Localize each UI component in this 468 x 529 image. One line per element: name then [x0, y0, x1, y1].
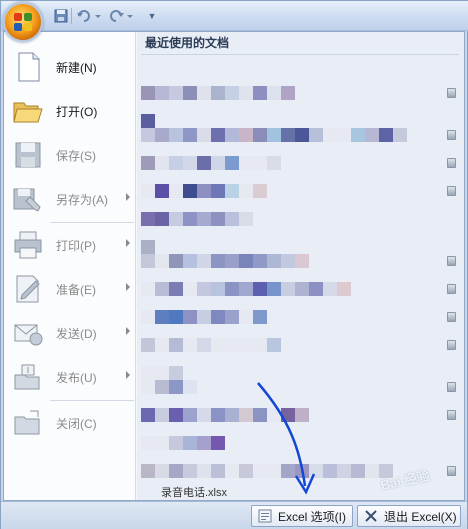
recent-file-item[interactable] [141, 156, 281, 170]
send-icon [12, 317, 44, 349]
recent-title-divider [141, 54, 459, 55]
recent-file-item[interactable] [141, 338, 281, 352]
save-as-icon [12, 183, 44, 215]
office-menu-commands: 新建(N) 打开(O) 保存(S) 另存为(A) 打印(P) 准备(E) 发送(… [4, 32, 136, 500]
pin-icon[interactable] [447, 382, 456, 392]
menu-item-prepare[interactable]: 准备(E) [8, 268, 134, 310]
menu-item-label: 发布(U) [56, 370, 97, 385]
menu-item-close[interactable]: 关闭(C) [8, 402, 134, 444]
office-logo-icon [14, 13, 32, 31]
recent-documents-panel: 最近使用的文档 录音电话.xlsx [137, 32, 464, 500]
printer-icon [12, 229, 44, 261]
pin-icon[interactable] [447, 88, 456, 98]
menu-item-label: 保存(S) [56, 148, 96, 163]
recent-file-item[interactable] [141, 408, 309, 422]
menu-separator [50, 400, 134, 401]
options-icon [258, 509, 272, 523]
menu-item-label: 关闭(C) [56, 416, 97, 431]
submenu-arrow-icon [126, 327, 130, 335]
quick-access-separator [71, 8, 72, 24]
submenu-arrow-icon [126, 193, 130, 201]
office-menu: 新建(N) 打开(O) 保存(S) 另存为(A) 打印(P) 准备(E) 发送(… [3, 31, 465, 501]
pin-icon[interactable] [447, 158, 456, 168]
submenu-arrow-icon [126, 283, 130, 291]
recent-file-item[interactable] [141, 86, 295, 100]
undo-icon[interactable] [75, 7, 103, 25]
recent-file-item[interactable] [141, 254, 309, 268]
menu-item-label: 另存为(A) [56, 192, 108, 207]
menu-item-label: 发送(D) [56, 326, 97, 341]
quick-save-icon[interactable] [53, 7, 69, 25]
exit-excel-button[interactable]: 退出 Excel(X) [357, 505, 461, 527]
menu-item-save[interactable]: 保存(S) [8, 134, 134, 176]
recent-file-item[interactable] [141, 380, 197, 394]
menu-item-new[interactable]: 新建(N) [8, 46, 134, 88]
menu-item-label: 打开(O) [56, 104, 98, 119]
pin-icon[interactable] [447, 284, 456, 294]
pin-icon[interactable] [447, 340, 456, 350]
prepare-icon [12, 273, 44, 305]
save-disk-icon [12, 139, 44, 171]
exit-excel-label: 退出 Excel(X) [384, 509, 457, 524]
recent-file-item[interactable] [141, 464, 393, 478]
menu-separator [50, 222, 134, 223]
pin-icon[interactable] [447, 186, 456, 196]
pin-icon[interactable] [447, 256, 456, 266]
office-button[interactable] [3, 2, 43, 42]
recent-documents-title: 最近使用的文档 [145, 36, 230, 50]
recent-file-item[interactable] [141, 436, 225, 450]
recent-file-item[interactable] [141, 310, 267, 324]
redo-icon[interactable] [107, 7, 135, 25]
submenu-arrow-icon [126, 239, 130, 247]
recent-file-item[interactable] [141, 114, 155, 128]
customize-toolbar-chevron-down-icon[interactable]: ▼ [145, 7, 159, 25]
title-bar: ▼ [1, 1, 468, 31]
recent-file-item[interactable] [141, 184, 267, 198]
menu-item-open[interactable]: 打开(O) [8, 90, 134, 132]
recent-file-item[interactable] [141, 240, 155, 254]
menu-item-send[interactable]: 发送(D) [8, 312, 134, 354]
submenu-arrow-icon [126, 371, 130, 379]
pin-icon[interactable] [447, 312, 456, 322]
excel-window: ▼ 新建(N) 打开(O) 保存(S) 另存为(A) 打印(P) 准备(E) 发… [0, 0, 468, 529]
recent-file-item[interactable] [141, 282, 351, 296]
recent-file-item[interactable] [141, 212, 253, 226]
recent-file-name[interactable]: 录音电话.xlsx [161, 484, 227, 500]
close-icon [364, 509, 378, 523]
recent-file-item[interactable] [141, 366, 183, 380]
open-folder-icon [12, 95, 44, 127]
menu-item-label: 打印(P) [56, 238, 96, 253]
office-menu-footer: Excel 选项(I) 退出 Excel(X) [1, 501, 467, 529]
menu-item-print[interactable]: 打印(P) [8, 224, 134, 266]
excel-options-button[interactable]: Excel 选项(I) [251, 505, 353, 527]
excel-options-label: Excel 选项(I) [278, 509, 347, 524]
close-folder-icon [12, 407, 44, 439]
recent-file-item[interactable] [141, 128, 407, 142]
new-document-icon [12, 51, 44, 83]
menu-item-publish[interactable]: 发布(U) [8, 356, 134, 398]
menu-item-label: 准备(E) [56, 282, 96, 297]
menu-item-save-as[interactable]: 另存为(A) [8, 178, 134, 220]
pin-icon[interactable] [447, 466, 456, 476]
pin-icon[interactable] [447, 410, 456, 420]
menu-item-label: 新建(N) [56, 60, 97, 75]
publish-icon [12, 361, 44, 393]
pin-icon[interactable] [447, 130, 456, 140]
